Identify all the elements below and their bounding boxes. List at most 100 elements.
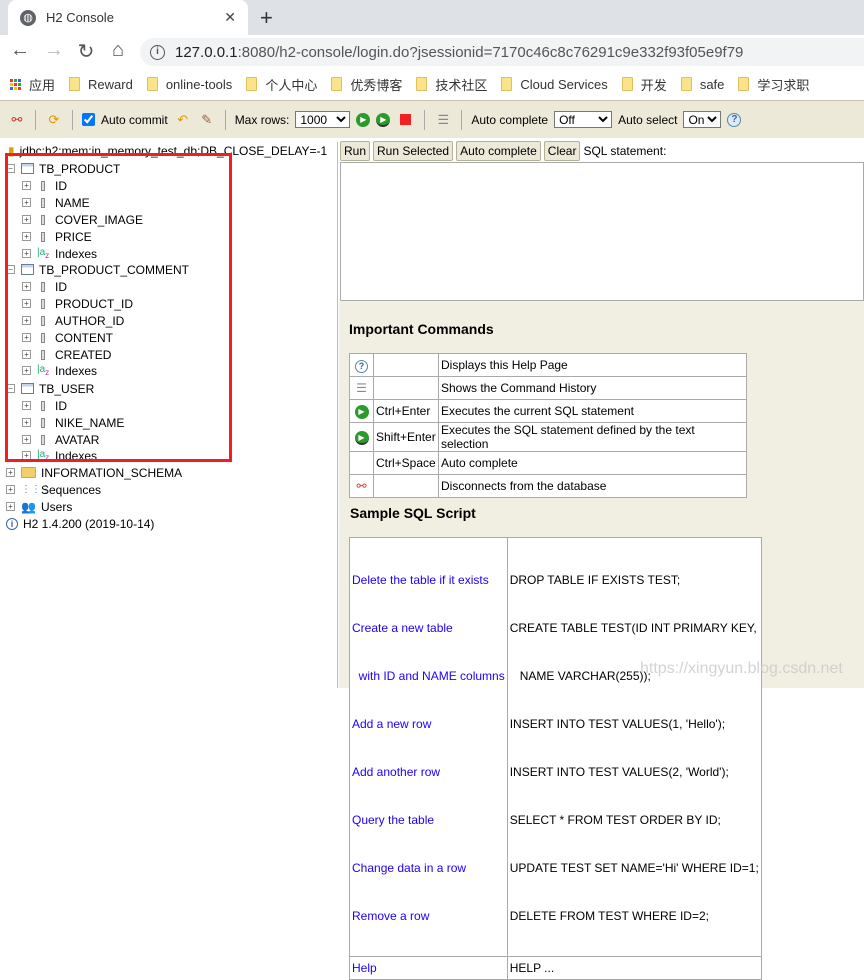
- bookmark-item[interactable]: safe: [680, 76, 725, 92]
- schema-node[interactable]: + INFORMATION_SCHEMA: [6, 464, 182, 481]
- sample-link[interactable]: Delete the table if it exists: [352, 572, 505, 588]
- run-icon[interactable]: ▶: [356, 112, 371, 127]
- sql-line: INSERT INTO TEST VALUES(1, 'Hello');: [509, 717, 726, 731]
- bookmark-item[interactable]: 技术社区: [416, 75, 487, 94]
- info-icon: i: [6, 517, 18, 530]
- sample-link[interactable]: Create a new table: [352, 620, 505, 636]
- folder-icon: [146, 77, 158, 91]
- sample-sql-title: Sample SQL Script: [350, 505, 476, 521]
- apps-icon: [10, 78, 21, 90]
- sample-sql: DROP TABLE IF EXISTS TEST; CREATE TABLE …: [507, 537, 762, 957]
- help-icon: ?: [349, 353, 374, 377]
- sample-link[interactable]: Add a new row: [352, 716, 505, 732]
- tab-title: H2 Console: [46, 10, 114, 25]
- bookmark-item[interactable]: Reward: [69, 77, 133, 92]
- folder-icon: [738, 77, 750, 91]
- history-icon[interactable]: ☰: [434, 112, 452, 128]
- sample-link[interactable]: Change data in a row: [352, 860, 505, 876]
- help-link[interactable]: Help: [352, 961, 377, 975]
- address-bar[interactable]: i 127.0.0.1:8080/h2-console/login.do?jse…: [140, 38, 864, 66]
- sequences-icon: ⋮⋮⋮: [21, 484, 51, 495]
- folder-icon: [680, 77, 692, 91]
- bookmark-item[interactable]: 优秀博客: [331, 75, 402, 94]
- watermark: https://xingyun.blog.csdn.net: [640, 660, 843, 677]
- max-rows-select[interactable]: 1000: [295, 111, 351, 128]
- sample-link[interactable]: with ID and NAME columns: [352, 668, 505, 684]
- command-desc: Disconnects from the database: [438, 474, 747, 498]
- bookmark-label: safe: [699, 76, 725, 92]
- sample-link[interactable]: Query the table: [352, 812, 505, 828]
- stop-icon[interactable]: [400, 114, 412, 125]
- sample-link[interactable]: Add another row: [352, 764, 505, 780]
- sample-labels: Delete the table if it exists Create a n…: [349, 537, 508, 957]
- auto-commit-checkbox[interactable]: [82, 113, 95, 126]
- back-button[interactable]: ←: [8, 39, 32, 62]
- sequences-label: Sequences: [41, 482, 102, 497]
- editor-buttons: Run Run Selected Auto complete Clear SQL…: [340, 140, 864, 162]
- folder-icon: [621, 77, 633, 91]
- folder-icon: [501, 77, 513, 91]
- commands-table: ? Displays this Help Page ☰ Shows the Comm…: [349, 353, 747, 498]
- bookmark-item[interactable]: 学习求职: [738, 75, 809, 94]
- help-icon[interactable]: ?: [727, 112, 742, 127]
- help-sql: HELP ...: [507, 956, 762, 980]
- bookmark-label: 开发: [640, 77, 667, 93]
- folder-icon: [416, 77, 428, 91]
- sql-input[interactable]: [340, 162, 864, 301]
- important-commands-title: Important Commands: [349, 321, 494, 337]
- sample-link[interactable]: Remove a row: [352, 908, 505, 924]
- max-rows-label: Max rows:: [234, 112, 290, 127]
- sequences-node[interactable]: + ⋮⋮⋮ Sequences: [6, 481, 101, 498]
- auto-complete-label: Auto complete: [471, 112, 549, 127]
- bookmark-label: 个人中心: [265, 77, 318, 93]
- bookmark-item[interactable]: 个人中心: [246, 75, 317, 94]
- home-button[interactable]: ⌂: [106, 39, 130, 62]
- version-label: H2 1.4.200 (2019-10-14): [23, 516, 155, 531]
- close-tab-icon[interactable]: ✕: [224, 9, 236, 26]
- expand-icon[interactable]: +: [6, 502, 15, 511]
- folder-icon: [69, 77, 81, 91]
- bookmark-label: 技术社区: [435, 77, 488, 93]
- disconnect-icon[interactable]: ⚯: [8, 112, 26, 128]
- auto-complete-select[interactable]: Off: [554, 111, 613, 128]
- help-cell: Help: [349, 956, 508, 980]
- commit-icon[interactable]: ✎: [198, 112, 216, 128]
- reload-button[interactable]: ↻: [74, 39, 98, 64]
- table-row: ▶ Ctrl+Enter Executes the current SQL stat…: [349, 399, 747, 423]
- rollback-icon[interactable]: ↶: [174, 112, 192, 128]
- users-node[interactable]: + 👥 Users: [6, 498, 72, 515]
- new-tab-button[interactable]: +: [260, 5, 273, 31]
- highlight-box: [5, 153, 232, 462]
- users-label: Users: [41, 499, 73, 514]
- divider: [424, 109, 426, 130]
- auto-complete-button[interactable]: Auto complete: [456, 141, 541, 161]
- bookmark-item[interactable]: Cloud Services: [501, 77, 608, 92]
- expand-icon[interactable]: +: [6, 468, 15, 477]
- run-selected-icon[interactable]: ▶: [376, 112, 391, 127]
- table-row: Ctrl+Space Auto complete: [349, 451, 747, 475]
- run-icon: ▶: [349, 399, 374, 423]
- sql-line: CREATE TABLE TEST(ID INT PRIMARY KEY,: [509, 621, 757, 635]
- sql-line: DROP TABLE IF EXISTS TEST;: [509, 573, 681, 587]
- table-row: ⚯ Disconnects from the database: [349, 474, 747, 498]
- folder-icon: [246, 77, 258, 91]
- auto-select-select[interactable]: On: [683, 111, 722, 128]
- browser-tab[interactable]: ◍ H2 Console ✕: [8, 0, 248, 35]
- forward-button[interactable]: →: [42, 39, 66, 62]
- clear-button[interactable]: Clear: [543, 141, 581, 161]
- bookmark-apps[interactable]: 应用: [10, 75, 55, 94]
- refresh-icon[interactable]: ⟳: [45, 112, 63, 128]
- run-button[interactable]: Run: [340, 141, 371, 161]
- sql-statement-label: SQL statement:: [583, 144, 667, 158]
- bookmark-item[interactable]: online-tools: [146, 76, 233, 92]
- expand-icon[interactable]: +: [6, 485, 15, 494]
- command-key: [373, 376, 439, 400]
- sample-table: Delete the table if it exists Create a n…: [349, 537, 762, 980]
- sql-line: INSERT INTO TEST VALUES(2, 'World');: [509, 765, 729, 779]
- help-panel: Important Commands ? Displays this Help P…: [339, 301, 864, 980]
- bookmark-item[interactable]: 开发: [621, 75, 667, 94]
- command-desc: Shows the Command History: [438, 376, 747, 400]
- bookmark-label: online-tools: [165, 76, 233, 92]
- run-selected-button[interactable]: Run Selected: [373, 141, 454, 161]
- disconnect-icon: ⚯: [349, 474, 374, 498]
